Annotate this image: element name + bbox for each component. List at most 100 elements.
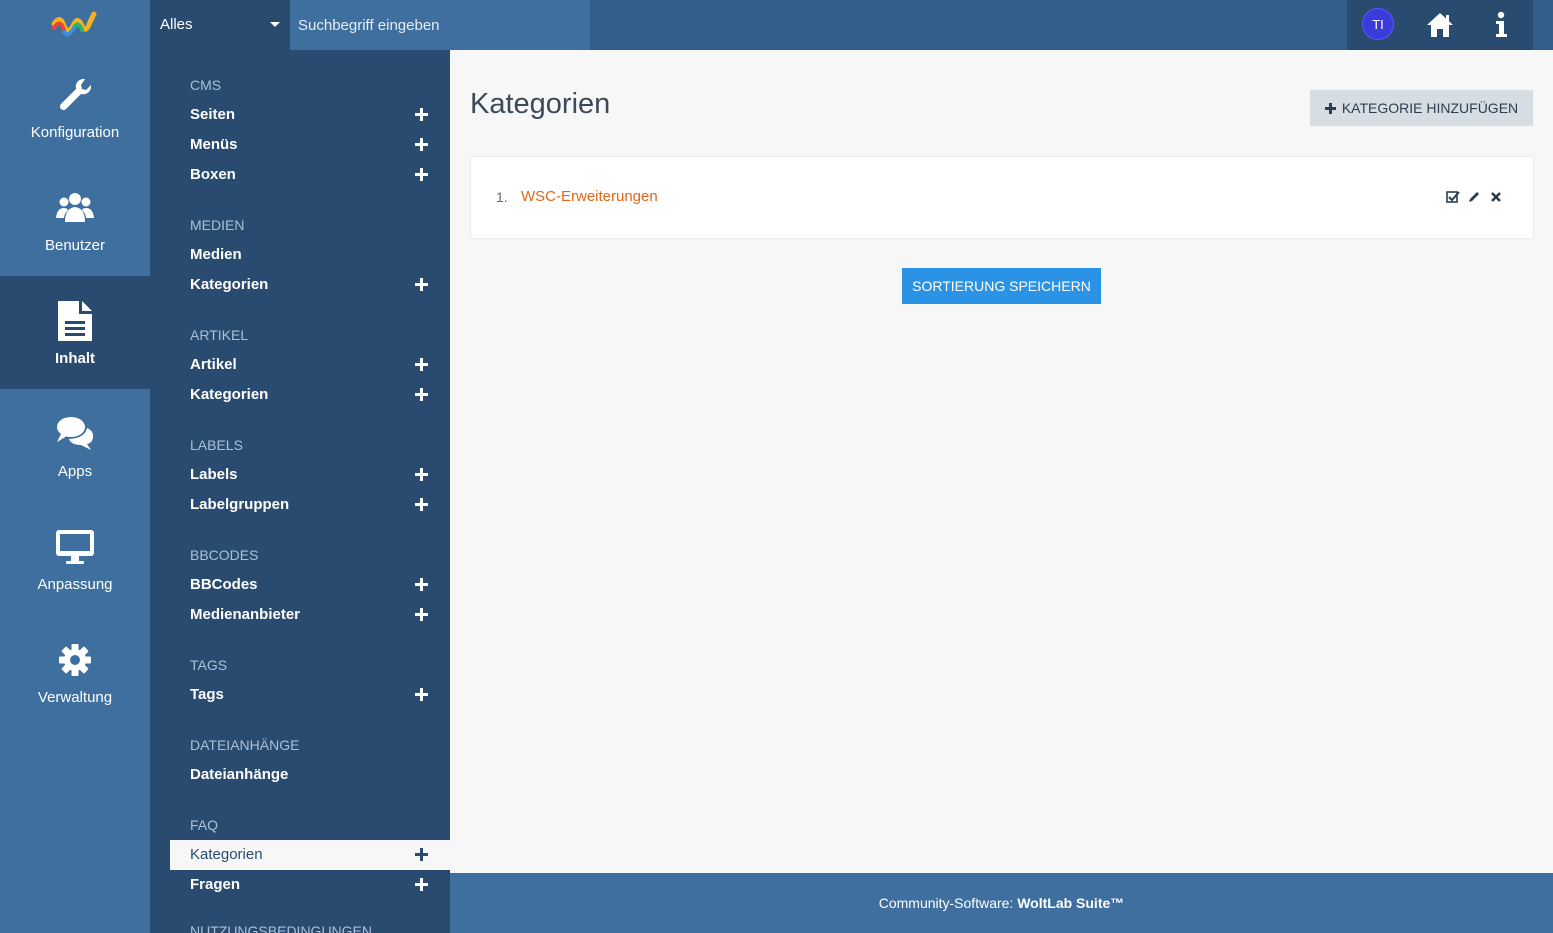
gear-icon (59, 644, 91, 676)
top-icon-bar: TI (1347, 0, 1533, 50)
top-bar: Alles TI (0, 0, 1553, 50)
mainnav-item-label: Inhalt (55, 350, 95, 367)
subnav-item-tags[interactable]: Tags (170, 680, 450, 710)
subnav-item-seiten[interactable]: Seiten (170, 100, 450, 130)
comments-icon (57, 417, 94, 450)
close-icon[interactable] (1489, 190, 1503, 204)
subnav-section-bbcodes: BBCODES (190, 547, 259, 563)
subnav-item-artikel-kategorien[interactable]: Kategorien (170, 380, 450, 410)
subnav-item-labels[interactable]: Labels (170, 460, 450, 490)
subnav-item-label: BBCodes (190, 576, 258, 593)
plus-icon[interactable] (415, 108, 429, 122)
page-title: Kategorien (470, 88, 611, 120)
subnav-section-cms: CMS (190, 77, 222, 93)
avatar[interactable]: TI (1362, 8, 1394, 40)
subnav-item-labelgruppen[interactable]: Labelgruppen (170, 490, 450, 520)
chevron-down-icon (270, 22, 280, 27)
mainnav-item-label: Konfiguration (30, 124, 120, 141)
subnav-item-artikel[interactable]: Artikel (170, 350, 450, 380)
desktop-icon (56, 530, 94, 564)
subnav-section-nutzungsbedingungen: NUTZUNGSBEDINGUNGEN (190, 923, 373, 933)
plus-icon[interactable] (415, 168, 429, 182)
subnav-item-medienanbieter[interactable]: Medienanbieter (170, 600, 450, 630)
subnav-item-label: Medienanbieter (190, 606, 301, 623)
subnav-item-label: Kategorien (190, 846, 263, 863)
plus-icon[interactable] (415, 388, 429, 402)
plus-icon[interactable] (415, 878, 429, 892)
subnav-section-faq: FAQ (190, 817, 219, 833)
mainnav-item-label: Apps (57, 463, 93, 480)
subnav-item-label: Fragen (190, 876, 241, 893)
plus-icon[interactable] (415, 688, 429, 702)
subnav-section-tags: TAGS (190, 657, 228, 673)
plus-icon[interactable] (415, 468, 429, 482)
file-text-icon (58, 301, 92, 341)
save-sorting-button[interactable]: SORTIERUNG SPEICHERN (902, 268, 1101, 304)
footer-prefix: Community-Software: (878, 895, 1018, 911)
subnav-item-label: Artikel (190, 356, 237, 373)
subnav-item-label: Seiten (190, 106, 236, 123)
plus-icon[interactable] (415, 138, 429, 152)
search-scope-label: Alles (160, 16, 193, 33)
wrench-icon (59, 78, 92, 111)
subnav-item-bbcodes[interactable]: BBCodes (170, 570, 450, 600)
subnav-item-label: Boxen (190, 166, 236, 183)
mainnav-item-benutzer[interactable]: Benutzer (0, 163, 150, 276)
content-area: Kategorien KATEGORIE HINZUFÜGEN 1. WSC-E… (450, 50, 1553, 873)
sub-navigation: CMS Seiten Menüs Boxen MEDIEN Medien Kat… (150, 50, 450, 933)
plus-icon (1324, 102, 1336, 114)
mainnav-item-apps[interactable]: Apps (0, 389, 150, 502)
subnav-section-labels: LABELS (190, 437, 243, 453)
main-navigation: Konfiguration Benutzer Inhalt Apps Anpas… (0, 50, 150, 933)
users-icon (56, 193, 94, 222)
category-list: 1. WSC-Erweiterungen (470, 156, 1534, 239)
subnav-item-label: Labelgruppen (190, 496, 290, 513)
subnav-item-label: Tags (190, 686, 224, 703)
subnav-item-label: Kategorien (190, 386, 269, 403)
plus-icon[interactable] (415, 848, 429, 862)
plus-icon[interactable] (415, 498, 429, 512)
mainnav-item-konfiguration[interactable]: Konfiguration (0, 50, 150, 163)
plus-icon[interactable] (415, 278, 429, 292)
mainnav-item-inhalt[interactable]: Inhalt (0, 276, 150, 389)
category-link[interactable]: WSC-Erweiterungen (521, 188, 658, 205)
subnav-section-medien: MEDIEN (190, 217, 245, 233)
pencil-icon[interactable] (1467, 190, 1481, 204)
footer: Community-Software: WoltLab Suite™ (450, 873, 1553, 933)
footer-brand-link[interactable]: WoltLab Suite™ (1017, 895, 1124, 911)
subnav-section-dateianhaenge: DATEIANHÄNGE (190, 737, 300, 753)
mainnav-item-label: Verwaltung (37, 689, 113, 706)
plus-icon[interactable] (415, 578, 429, 592)
subnav-item-medien[interactable]: Medien (170, 240, 450, 270)
subnav-item-medien-kategorien[interactable]: Kategorien (170, 270, 450, 300)
search-scope-select[interactable]: Alles (150, 0, 290, 50)
mainnav-item-label: Benutzer (44, 237, 106, 254)
subnav-item-boxen[interactable]: Boxen (170, 160, 450, 190)
category-number: 1. (496, 189, 508, 205)
search-input[interactable] (290, 0, 590, 50)
logo[interactable] (0, 0, 150, 50)
add-category-label: KATEGORIE HINZUFÜGEN (1341, 100, 1519, 116)
info-icon[interactable] (1492, 11, 1510, 39)
mainnav-item-verwaltung[interactable]: Verwaltung (0, 615, 150, 728)
subnav-item-label: Medien (190, 246, 242, 263)
check-square-icon[interactable] (1446, 190, 1460, 204)
subnav-item-menues[interactable]: Menüs (170, 130, 450, 160)
woltlab-logo-icon (51, 11, 97, 37)
category-actions (1446, 190, 1506, 206)
subnav-section-artikel: ARTIKEL (190, 327, 249, 343)
avatar-initials: TI (1372, 16, 1384, 32)
mainnav-item-label: Anpassung (37, 576, 113, 593)
subnav-item-faq-kategorien[interactable]: Kategorien (170, 840, 450, 870)
subnav-item-label: Kategorien (190, 276, 269, 293)
subnav-item-label: Dateianhänge (190, 766, 289, 783)
home-icon[interactable] (1425, 11, 1455, 39)
plus-icon[interactable] (415, 358, 429, 372)
subnav-item-fragen[interactable]: Fragen (170, 870, 450, 900)
mainnav-item-anpassung[interactable]: Anpassung (0, 502, 150, 615)
subnav-item-dateianhaenge[interactable]: Dateianhänge (170, 760, 450, 790)
add-category-button[interactable]: KATEGORIE HINZUFÜGEN (1310, 90, 1533, 126)
plus-icon[interactable] (415, 608, 429, 622)
subnav-item-label: Menüs (190, 136, 238, 153)
footer-text: Community-Software: WoltLab Suite™ (450, 895, 1553, 911)
